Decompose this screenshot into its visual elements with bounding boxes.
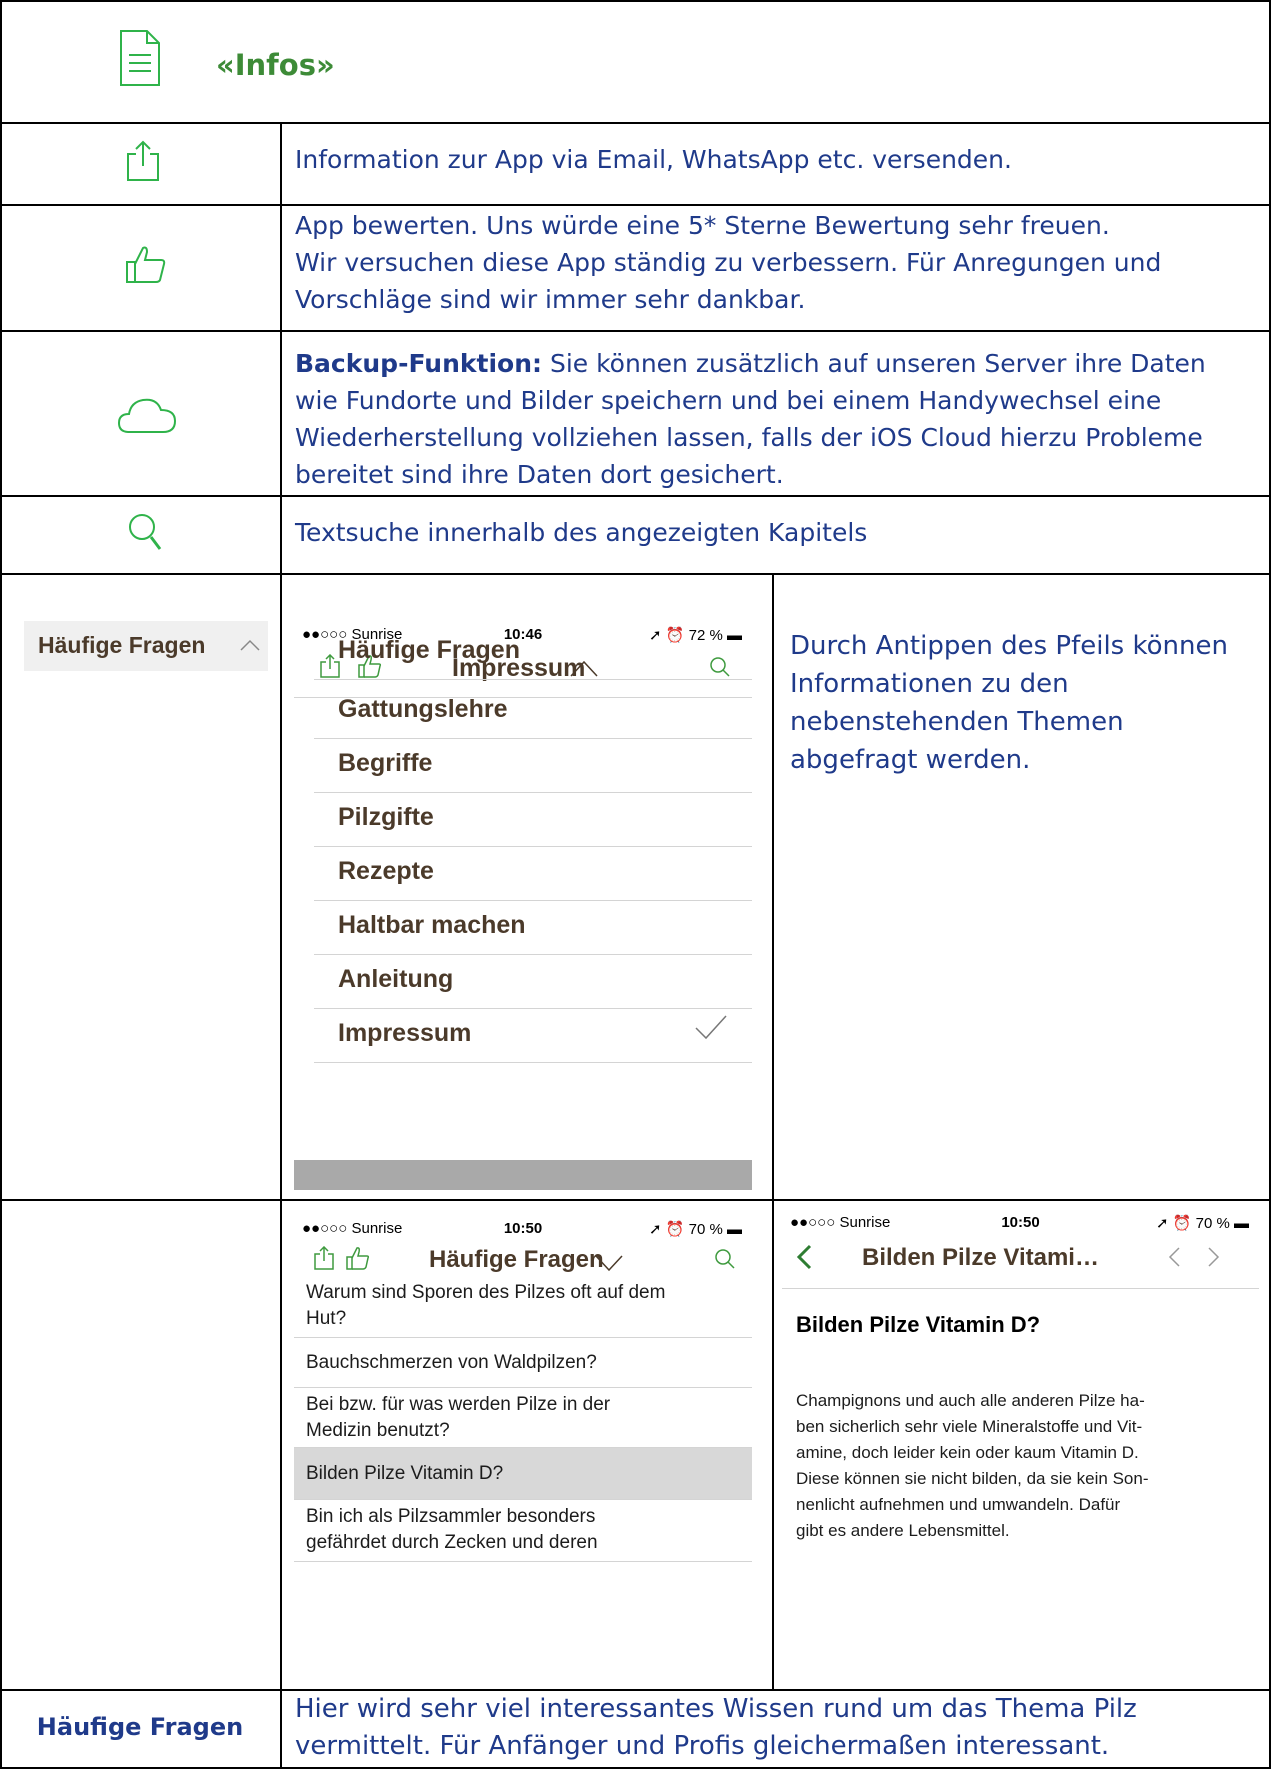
share-description: Information zur App via Email, WhatsApp … [295,145,1012,174]
phone-screenshot-faq-list: ●●○○○ Sunrise 10:50 ➚ ⏰ 70 % ▬ Häufige F… [294,1214,752,1634]
faq-item-line: Bauchschmerzen von Waldpilzen? [306,1352,597,1373]
search-icon [127,512,163,556]
menu-item-rezepte[interactable]: Rezepte [314,841,752,901]
article-line: nenlicht aufnehmen und umwandeln. Dafür [796,1495,1121,1514]
search-icon[interactable] [714,1248,736,1277]
faq-item-line: gefährdet durch Zecken und deren [306,1532,598,1553]
article-line: Champignons und auch alle anderen Pilze … [796,1391,1145,1410]
share-icon [126,140,160,186]
rate-line-1: App bewerten. Uns würde eine 5* Sterne B… [295,211,1110,240]
chevron-up-icon [239,637,261,656]
back-chevron-icon[interactable] [796,1244,812,1275]
chevron-down-icon[interactable] [594,1254,624,1277]
nav-title[interactable]: Häufige Fragen [429,1246,604,1274]
faq-item-line: Hut? [306,1308,347,1329]
phone-screenshot-menu: ●●○○○ Sunrise 10:46 ➚ ⏰ 72 % ▬ Impressum… [294,620,752,1190]
menu-item-gattungslehre[interactable]: Gattungslehre [314,679,752,739]
cloud-icon [117,394,177,438]
rate-line-2: Wir versuchen diese App ständig zu verbe… [295,248,1162,277]
gray-footer-bar [294,1160,752,1190]
faq-item-selected[interactable]: Bilden Pilze Vitamin D? [294,1448,752,1500]
status-bar: ●●○○○ Sunrise 10:50 ➚ ⏰ 70 % ▬ [294,1214,752,1240]
menu-item-pilzgifte[interactable]: Pilzgifte [314,787,752,847]
arrow-line-3: nebenstehenden Themen [790,707,1124,737]
faq-item-line: Bei bzw. für was werden Pilze in der [306,1394,611,1415]
article-line: gibt es andere Lebensmittel. [796,1521,1010,1540]
battery-label: ➚ ⏰ 70 % ▬ [649,1221,742,1238]
faq-dropdown-button[interactable]: Häufige Fragen [24,621,268,671]
bottom-label: Häufige Fragen [36,1713,244,1741]
document-icon [119,29,161,91]
bottom-line-2: vermittelt. Für Anfänger und Profis glei… [295,1731,1110,1761]
status-bar: ●●○○○ Sunrise 10:50 ➚ ⏰ 70 % ▬ [782,1208,1259,1234]
backup-label: Backup-Funktion: [295,349,542,378]
prev-chevron-icon[interactable] [1167,1246,1181,1273]
share-icon[interactable] [314,1245,334,1277]
thumbs-up-icon[interactable] [346,1246,370,1277]
arrow-line-4: abgefragt werden. [790,745,1031,775]
article-line: Diese können sie nicht bilden, da sie ke… [796,1469,1149,1488]
menu-item-anleitung[interactable]: Anleitung [314,949,752,1009]
menu-item-impressum[interactable]: Impressum [314,1003,752,1063]
bottom-line-1: Hier wird sehr viel interessantes Wissen… [295,1694,1137,1724]
search-description: Textsuche innerhalb des angezeigten Kapi… [295,518,868,547]
next-chevron-icon[interactable] [1207,1246,1221,1273]
menu-item-begriffe[interactable]: Begriffe [314,733,752,793]
article-heading: Bilden Pilze Vitamin D? [796,1312,1041,1337]
faq-item-line: Medizin benutzt? [306,1420,450,1441]
article-body: Champignons und auch alle anderen Pilze … [796,1388,1149,1544]
backup-line-2: wie Fundorte und Bilder speichern und be… [295,386,1162,415]
faq-item-line: Bilden Pilze Vitamin D? [306,1463,504,1484]
article-line: ben sicherlich sehr viele Mineralstoffe … [796,1417,1143,1436]
faq-item-line: Warum sind Sporen des Pilzes oft auf dem [306,1282,666,1303]
nav-title: Bilden Pilze Vitami… [862,1244,1099,1271]
backup-line-3: Wiederherstellung vollziehen lassen, fal… [295,423,1203,452]
article-line: amine, doch leider kein oder kaum Vitami… [796,1443,1139,1462]
phone-screenshot-faq-detail: ●●○○○ Sunrise 10:50 ➚ ⏰ 70 % ▬ Bilden Pi… [782,1208,1259,1678]
faq-item[interactable]: Bin ich als Pilzsammler besonders gefähr… [294,1500,752,1562]
checkmark-icon [694,1014,728,1045]
menu-item-haeufige-fragen[interactable]: Häufige Fragen [314,620,752,680]
arrow-line-2: Informationen zu den [790,669,1069,699]
thumbs-up-icon [125,244,167,288]
battery-label: ➚ ⏰ 70 % ▬ [1156,1215,1249,1232]
faq-item[interactable]: Bei bzw. für was werden Pilze in der Med… [294,1388,752,1448]
faq-dropdown-label: Häufige Fragen [38,632,206,658]
infos-title: «Infos» [216,48,335,82]
faq-item-line: Bin ich als Pilzsammler besonders [306,1506,596,1527]
faq-item[interactable]: Warum sind Sporen des Pilzes oft auf dem… [294,1280,752,1338]
arrow-line-1: Durch Antippen des Pfeils können [790,631,1228,661]
faq-item[interactable]: Bauchschmerzen von Waldpilzen? [294,1338,752,1388]
rate-line-3: Vorschläge sind wir immer sehr dankbar. [295,285,806,314]
backup-text: Sie können zusätzlich auf unseren Server… [542,349,1206,378]
backup-line-4: bereitet sind ihre Daten dort gesichert. [295,460,784,489]
backup-line-1: Backup-Funktion: Sie können zusätzlich a… [295,345,1206,382]
menu-item-haltbar-machen[interactable]: Haltbar machen [314,895,752,955]
